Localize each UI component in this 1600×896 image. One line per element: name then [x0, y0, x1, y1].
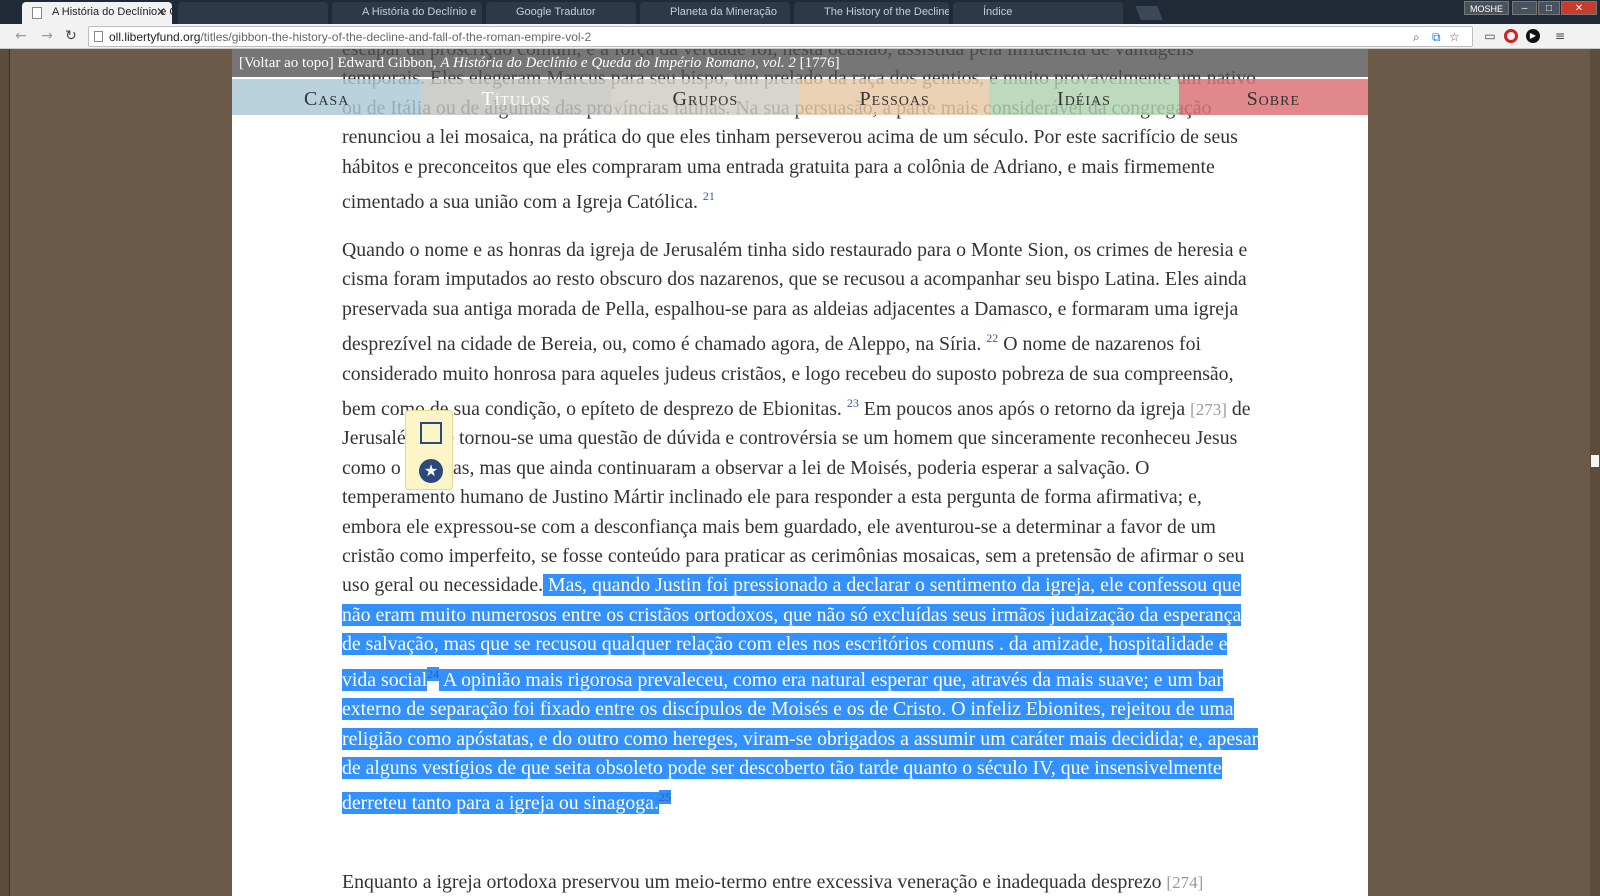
window-close-button[interactable]: ✕ — [1561, 1, 1597, 15]
left-page-margin — [0, 49, 10, 896]
annotation-popup: ★ — [405, 410, 453, 490]
maximize-button[interactable]: □ — [1538, 1, 1560, 15]
nav-titulos[interactable]: ✒Títulos — [421, 79, 625, 115]
paragraph-next: Enquanto a igreja ortodoxa preservou um … — [342, 871, 1204, 893]
cast-icon[interactable]: ▭ — [1482, 28, 1498, 44]
menu-icon[interactable]: ≡ — [1552, 28, 1568, 44]
tab-title: Índice — [983, 6, 1013, 18]
tab-title: The History of the Decline — [824, 6, 949, 18]
browser-tab-strip: A História do Declínio e Q ✕ A História … — [0, 0, 1600, 24]
page-info-icon[interactable] — [94, 31, 103, 42]
tab-6[interactable]: The History of the Decline — [794, 2, 949, 24]
site-nav: Casa ✒Títulos Grupos Pessoas Idéias Sobr… — [232, 79, 1368, 115]
breadcrumb-title: A História do Declínio e Queda do Impéri… — [440, 55, 796, 71]
footnote-23[interactable]: 23 — [847, 396, 859, 410]
footnote-22[interactable]: 22 — [986, 331, 998, 345]
checkbox-icon[interactable] — [420, 422, 442, 444]
page-marker-273[interactable]: [273] — [1190, 400, 1227, 419]
footnote-24[interactable]: 24 — [427, 666, 440, 681]
tab-close-icon[interactable]: ✕ — [156, 2, 166, 22]
tab-title: Planeta da Mineração — [670, 6, 778, 18]
nav-pessoas[interactable]: Pessoas — [799, 79, 990, 115]
bookmark-star-icon[interactable]: ☆ — [1449, 29, 1460, 45]
minimize-button[interactable]: – — [1512, 1, 1537, 15]
scrollbar[interactable] — [1590, 49, 1600, 896]
paragraph-main: Quando o nome e as honras da igreja de J… — [342, 239, 1259, 815]
page-marker-274[interactable]: [274] — [1166, 873, 1203, 892]
tab-4[interactable]: Google Tradutor — [486, 2, 636, 24]
footnote-21[interactable]: 21 — [703, 189, 715, 203]
footnote-25[interactable]: 25 — [658, 790, 671, 805]
translate-icon[interactable]: ⧉ — [1432, 29, 1441, 45]
new-tab-button[interactable] — [1135, 6, 1163, 20]
tab-3[interactable]: A História do Declínio e — [332, 2, 482, 24]
nav-sobre[interactable]: Sobre — [1178, 79, 1368, 115]
zoom-icon[interactable]: ⌕ — [1413, 29, 1420, 45]
tab-title: A História do Declínio e — [362, 6, 477, 18]
star-icon[interactable]: ★ — [419, 459, 443, 483]
url-text: oll.libertyfund.org/titles/gibbon-the-hi… — [109, 30, 592, 44]
article-page: escapar da proscrição comum, e a força d… — [232, 49, 1368, 896]
forward-arrow-icon[interactable]: → — [38, 27, 56, 45]
breadcrumb: [Voltar ao topo] Edward Gibbon, A Histór… — [232, 49, 1368, 77]
tab-7[interactable]: Índice — [953, 2, 1123, 24]
tab-5[interactable]: Planeta da Mineração — [640, 2, 790, 24]
breadcrumb-author: Edward Gibbon, — [333, 55, 441, 71]
browser-toolbar: ← → ↻ oll.libertyfund.org/titles/gibbon-… — [0, 24, 1600, 49]
extension-play-icon[interactable]: ▶ — [1526, 29, 1540, 43]
scrollbar-thumb[interactable] — [1591, 455, 1599, 467]
profile-button[interactable]: MOSHE — [1464, 1, 1510, 15]
tab-active[interactable]: A História do Declínio e Q ✕ — [22, 2, 172, 24]
tab-title: Google Tradutor — [516, 6, 596, 18]
page-favicon-icon — [32, 7, 42, 19]
extension-red-icon[interactable] — [1504, 29, 1518, 43]
tab-2[interactable] — [178, 2, 328, 24]
back-to-top-link[interactable]: [Voltar ao topo] — [239, 55, 334, 71]
nav-casa[interactable]: Casa — [232, 79, 422, 115]
selected-text-2: A opinião mais rigorosa prevaleceu, como… — [342, 668, 1259, 815]
address-bar[interactable]: oll.libertyfund.org/titles/gibbon-the-hi… — [88, 26, 1473, 47]
back-arrow-icon[interactable]: ← — [12, 27, 30, 45]
breadcrumb-year: [1776] — [795, 55, 840, 71]
reload-icon[interactable]: ↻ — [62, 27, 80, 45]
nav-grupos[interactable]: Grupos — [610, 79, 800, 115]
tab-title: A História do Declínio e Q — [52, 6, 172, 18]
nav-ideias[interactable]: Idéias — [989, 79, 1179, 115]
